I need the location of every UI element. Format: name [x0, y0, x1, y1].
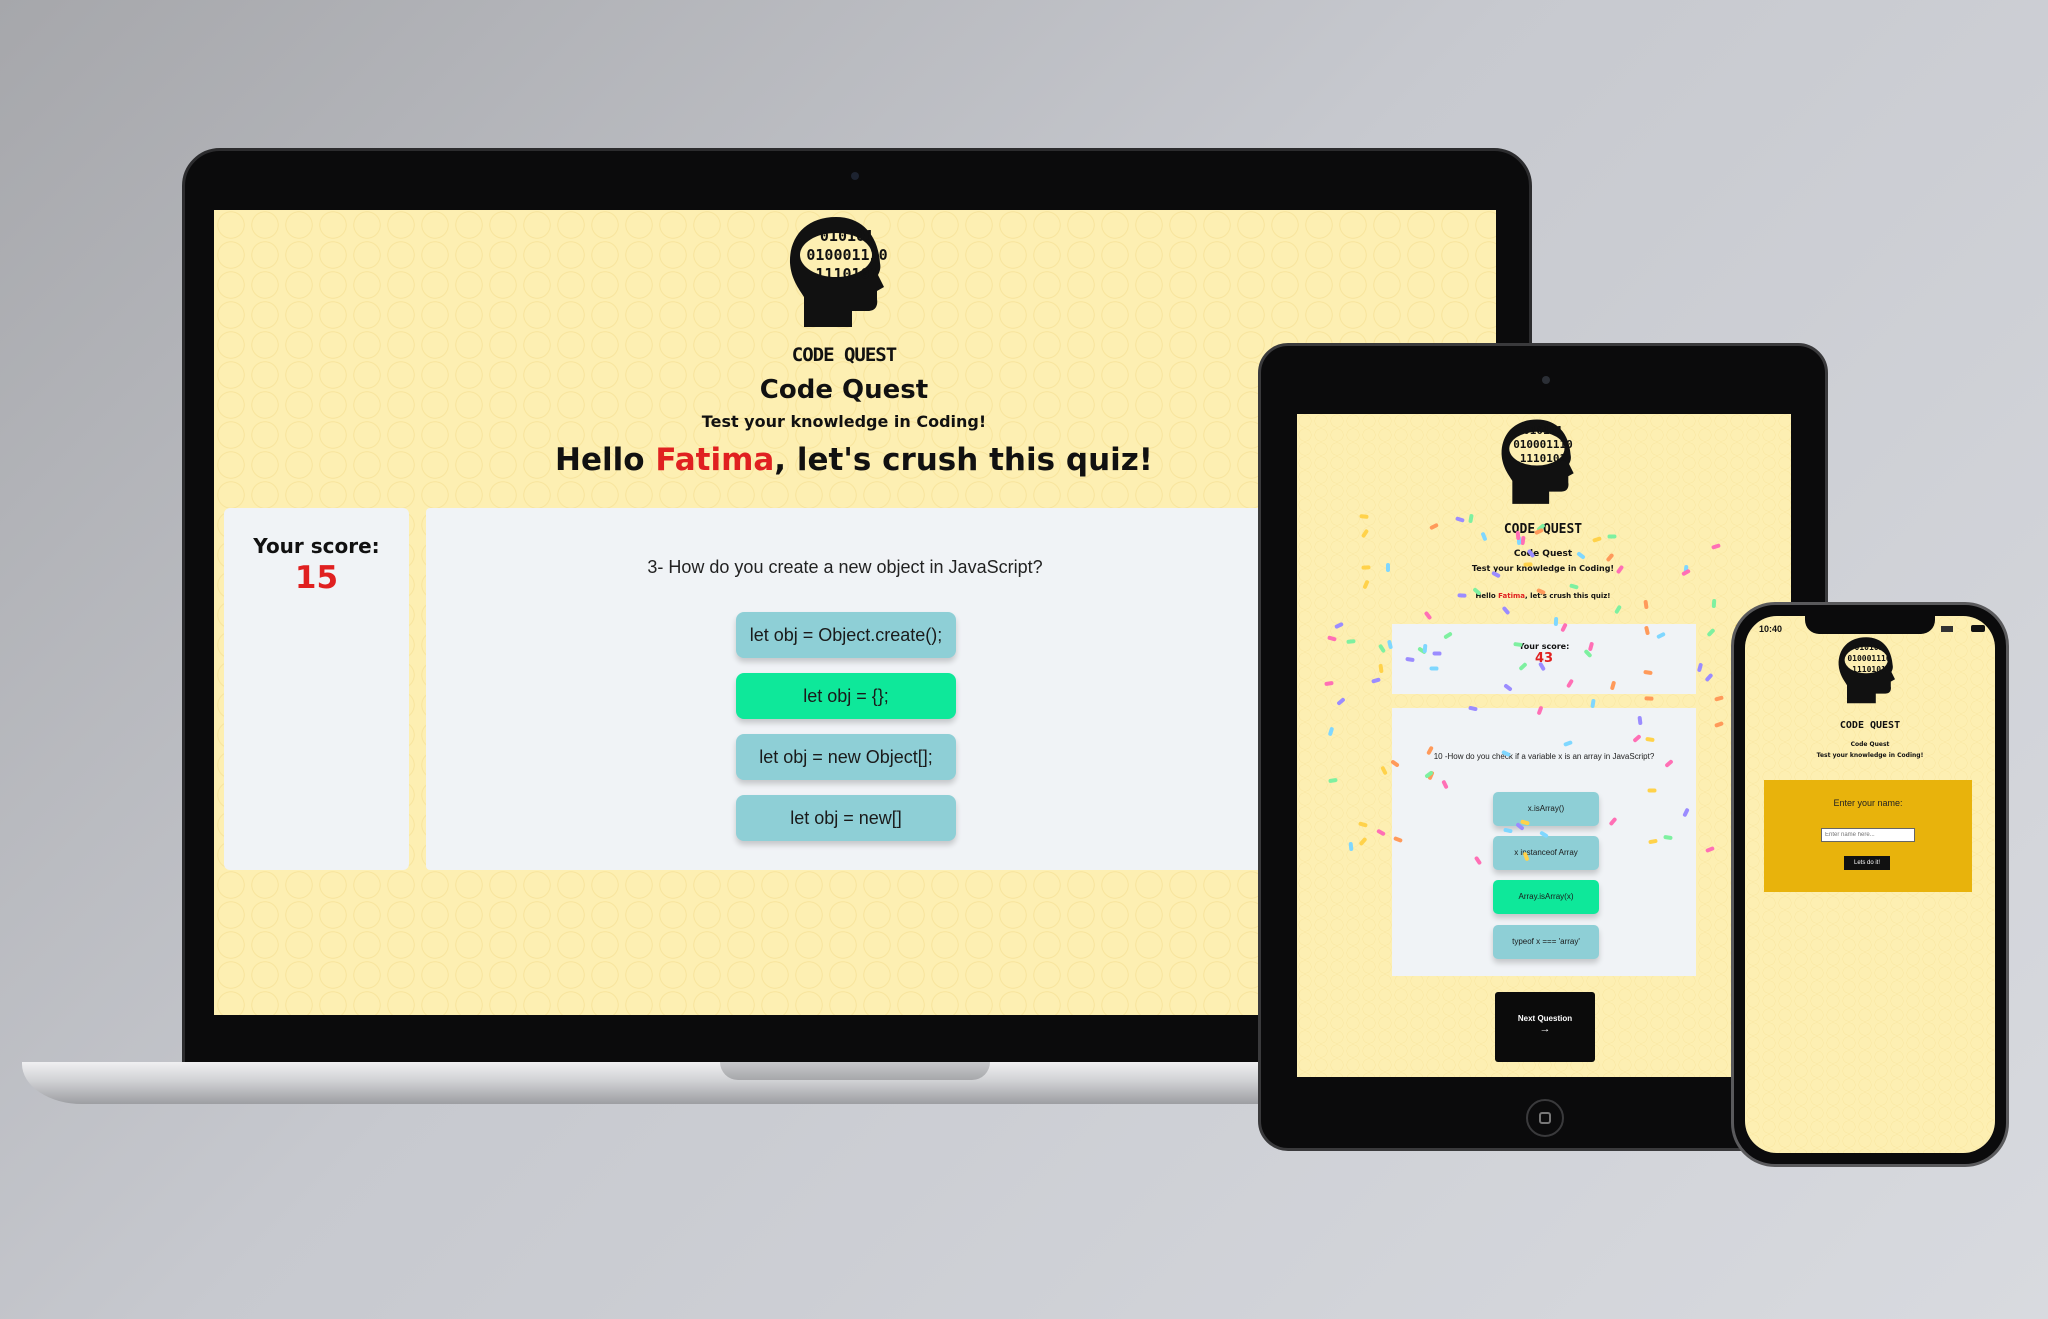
confetti-piece	[1378, 663, 1384, 674]
confetti-piece	[1706, 627, 1716, 638]
logo-label: CODE QUEST	[1503, 522, 1583, 537]
question-text: 3- How do you create a new object in Jav…	[647, 557, 1043, 577]
confetti-piece	[1613, 604, 1622, 615]
confetti-piece	[1346, 638, 1356, 644]
logo-label: CODE QUEST	[791, 344, 897, 366]
confetti-piece	[1501, 606, 1511, 616]
confetti-piece	[1697, 662, 1704, 673]
submit-button[interactable]: Lets do it!	[1844, 856, 1890, 870]
confetti-piece	[1423, 610, 1433, 620]
confetti-piece	[1357, 821, 1368, 829]
answer-button-1[interactable]: x.isArray()	[1493, 792, 1599, 826]
greeting-suffix: , let's crush this quiz!	[1525, 592, 1611, 600]
confetti-piece	[1334, 621, 1345, 629]
confetti-piece	[1592, 536, 1603, 543]
score-label: Your score:	[253, 534, 380, 558]
confetti-piece	[1428, 523, 1439, 531]
confetti-piece	[1360, 564, 1371, 570]
page-subtitle: Test your knowledge in Coding!	[1816, 752, 1924, 759]
signal-icon	[1941, 626, 1953, 632]
logo-binary: 010101 010001110 1110101	[1847, 643, 1891, 674]
confetti-piece	[1712, 599, 1717, 609]
confetti-piece	[1643, 599, 1649, 610]
confetti-piece	[1516, 536, 1521, 546]
user-name: Fatima	[1498, 592, 1525, 600]
name-entry-box: Enter your name: Lets do it!	[1764, 780, 1972, 892]
confetti-piece	[1348, 841, 1353, 852]
confetti-piece	[1324, 681, 1334, 687]
name-input[interactable]	[1821, 828, 1915, 842]
question-text: 10 -How do you check if a variable x is …	[1433, 752, 1655, 761]
page-title: Code Quest	[1513, 549, 1573, 559]
confetti-piece	[1683, 564, 1689, 574]
confetti-piece	[1379, 765, 1388, 776]
greeting: Hello Fatima, let's crush this quiz!	[1397, 592, 1689, 600]
confetti-piece	[1705, 846, 1716, 854]
score-value: 15	[294, 560, 339, 596]
confetti-piece	[1520, 536, 1526, 546]
confetti-piece	[1327, 726, 1334, 737]
confetti-piece	[1360, 528, 1369, 538]
page-title: Code Quest	[1850, 741, 1890, 748]
answer-button-4[interactable]: typeof x === 'array'	[1493, 925, 1599, 959]
confetti-piece	[1643, 696, 1654, 701]
user-name: Fatima	[655, 442, 775, 478]
greeting-prefix: Hello	[1475, 592, 1499, 600]
greeting-prefix: Hello	[555, 442, 656, 478]
score-card: Your score: 43	[1392, 624, 1696, 694]
confetti-piece	[1336, 697, 1347, 707]
confetti-piece	[1568, 582, 1579, 590]
question-panel: 10 -How do you check if a variable x is …	[1392, 708, 1696, 976]
tablet-home-button[interactable]	[1526, 1099, 1564, 1137]
answer-button-4[interactable]: let obj = new[]	[736, 795, 956, 841]
confetti-piece	[1362, 579, 1370, 590]
page-title: Code Quest	[759, 375, 929, 405]
next-question-button[interactable]: Next Question →	[1495, 992, 1595, 1062]
page-subtitle: Test your knowledge in Coding!	[701, 412, 987, 431]
confetti-piece	[1371, 677, 1381, 684]
logo-binary: 010101 010001110 1110101	[1513, 424, 1573, 465]
page-subtitle: Test your knowledge in Coding!	[1471, 564, 1615, 573]
confetti-piece	[1711, 542, 1721, 550]
answer-button-3[interactable]: Array.isArray(x)	[1493, 880, 1599, 914]
phone-notch	[1805, 616, 1935, 634]
answer-button-2[interactable]: x instanceof Array	[1493, 836, 1599, 870]
score-label: Your score:	[1518, 642, 1570, 651]
confetti-piece	[1375, 828, 1386, 837]
logo-label: CODE QUEST	[1839, 720, 1901, 731]
name-prompt: Enter your name:	[1833, 798, 1903, 808]
confetti-piece	[1359, 513, 1369, 519]
confetti-piece	[1704, 673, 1714, 683]
confetti-piece	[1681, 568, 1691, 577]
confetti-piece	[1327, 634, 1337, 642]
tablet-screen: 010101 010001110 1110101 CODE QUEST Code…	[1297, 414, 1791, 1077]
answer-button-1[interactable]: let obj = Object.create();	[736, 612, 956, 658]
battery-icon	[1971, 625, 1985, 632]
confetti-piece	[1327, 778, 1338, 784]
tablet-camera	[1542, 376, 1550, 384]
score-card: Your score: 15	[224, 508, 409, 870]
confetti-piece	[1454, 515, 1465, 523]
logo-binary: 010101 010001110 1110101	[806, 227, 888, 283]
confetti-piece	[1713, 695, 1724, 702]
answer-button-3[interactable]: let obj = new Object[];	[736, 734, 956, 780]
confetti-piece	[1590, 698, 1596, 708]
confetti-piece	[1385, 563, 1390, 573]
next-question-label: Next Question	[1517, 1014, 1573, 1023]
phone-screen: 10:40 010101 010001110 1110101 CODE QUES…	[1745, 616, 1995, 1153]
status-time: 10:40	[1759, 624, 1783, 634]
confetti-piece	[1378, 644, 1387, 654]
answer-button-2[interactable]: let obj = {};	[736, 673, 956, 719]
confetti-piece	[1714, 720, 1725, 728]
arrow-right-icon: →	[1539, 1023, 1551, 1035]
score-value: 43	[1534, 651, 1554, 666]
greeting-suffix: , let's crush this quiz!	[774, 442, 1153, 478]
laptop-camera	[851, 172, 859, 180]
greeting: Hello Fatima, let's crush this quiz!	[454, 442, 1254, 478]
confetti-piece	[1358, 837, 1368, 847]
laptop-notch	[720, 1062, 990, 1080]
